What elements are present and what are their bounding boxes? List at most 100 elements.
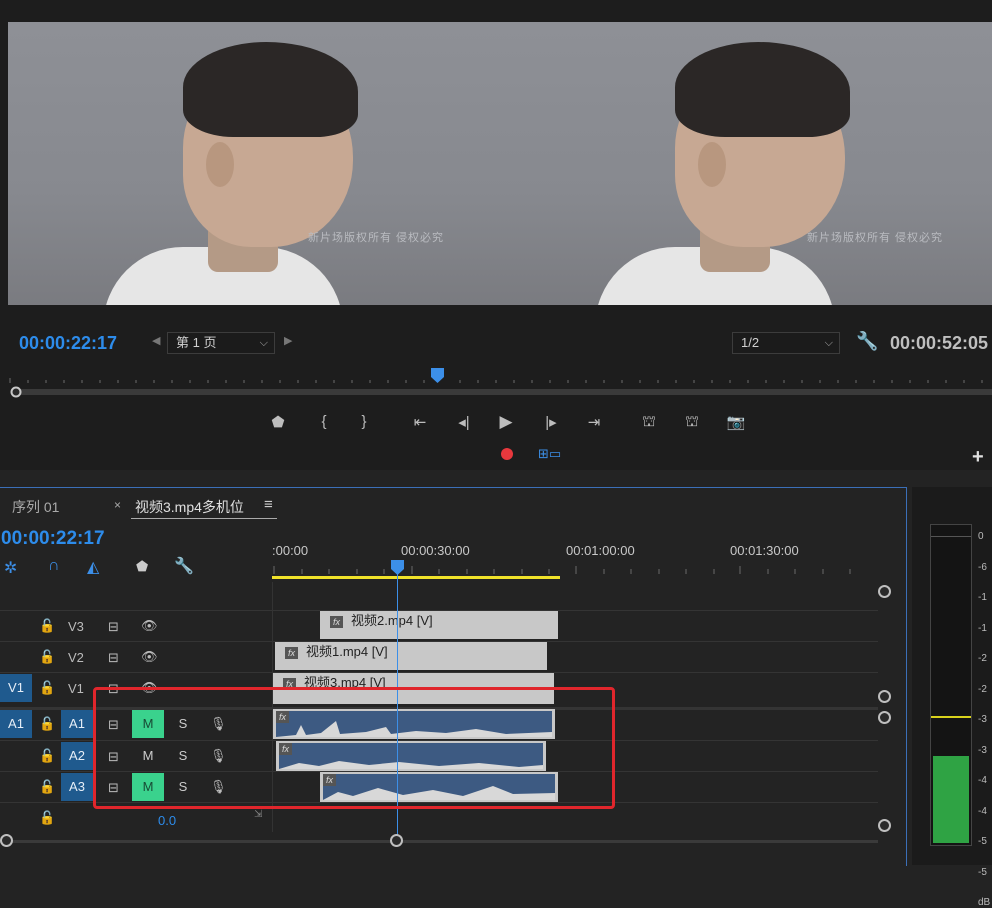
scroll-handle[interactable]	[878, 690, 891, 703]
track-name-v3: V3	[68, 619, 84, 634]
watermark: 新片场版权所有 侵权必究	[308, 232, 445, 244]
camera-icon[interactable]: 📷	[725, 413, 747, 431]
horizontal-scrollbar[interactable]	[0, 840, 878, 843]
duration-timecode: 00:00:52:05	[890, 333, 989, 353]
meter-scale-label: dB	[978, 897, 991, 908]
clip-v2[interactable]: fx 视频1.mp4 [V]	[275, 642, 547, 670]
add-marker-icon[interactable]: ⬟	[136, 558, 148, 575]
highlight-box	[93, 687, 615, 809]
go-to-in-icon[interactable]: ⇤	[409, 413, 431, 431]
sync-lock-icon[interactable]: ⊟	[108, 619, 119, 635]
resize-handle-icon[interactable]: ⇲	[254, 809, 262, 820]
peak-line	[931, 716, 971, 718]
wrench-icon[interactable]: 🔧	[856, 331, 878, 352]
clip-v3[interactable]: fx 视频2.mp4 [V]	[320, 611, 558, 639]
meter-scale-label: -1	[978, 592, 987, 603]
timeline-settings-wrench-icon[interactable]: 🔧	[174, 556, 194, 576]
clip-label: 视频1.mp4 [V]	[306, 644, 388, 659]
track-name-a3[interactable]: A3	[61, 773, 93, 801]
chevron-down-icon: ⌵	[259, 337, 268, 349]
ruler-label-30s: 00:00:30:00	[401, 543, 470, 558]
lock-icon[interactable]: 🔓	[39, 810, 55, 826]
extract-icon[interactable]: ⛫	[679, 413, 705, 432]
meter-scale-label: -4	[978, 775, 987, 786]
playhead-timecode[interactable]: 00:00:22:17	[19, 333, 117, 354]
page-next-icon[interactable]: ▶	[284, 334, 292, 347]
video-angle-left: 新片场版权所有 侵权必究	[8, 22, 500, 305]
meter-level	[933, 756, 969, 843]
lock-icon[interactable]: 🔓	[39, 680, 55, 696]
add-button-icon[interactable]: +	[972, 446, 984, 469]
lock-icon[interactable]: 🔓	[39, 748, 55, 764]
lock-icon[interactable]: 🔓	[39, 649, 55, 665]
scroll-handle[interactable]	[878, 819, 891, 832]
lock-icon[interactable]: 🔓	[39, 716, 55, 732]
meter-scale-label: -3	[978, 714, 987, 725]
step-forward-icon[interactable]: |▸	[540, 413, 562, 431]
meter-scale-label: 0	[978, 531, 984, 542]
linked-selection-icon[interactable]: ◭	[87, 557, 99, 577]
meter-scale-label: -6	[978, 561, 987, 573]
watermark: 新片场版权所有 侵权必究	[807, 232, 944, 244]
tab-multicam[interactable]: 视频3.mp4多机位	[135, 497, 244, 517]
eye-icon[interactable]: 👁	[141, 649, 158, 665]
track-name-v2: V2	[68, 650, 84, 665]
clip-label: 视频2.mp4 [V]	[351, 613, 433, 628]
add-marker-icon[interactable]: ⬟	[267, 413, 289, 431]
timeline-timecode[interactable]: 00:00:22:17	[1, 528, 105, 550]
meter-scale-label: -1	[978, 622, 987, 634]
ruler-label-1m: 00:01:00:00	[566, 543, 635, 558]
sync-lock-icon[interactable]: ⊟	[108, 650, 119, 666]
active-tab-underline	[131, 518, 277, 519]
audio-meter: 0 -6 -1 -1 -2 -2 -3 -3 -4 -4 -5 -5 dB	[912, 487, 992, 908]
snap-magnet-icon[interactable]: ∩	[48, 557, 60, 575]
fx-badge-icon: fx	[330, 615, 343, 628]
page-prev-icon[interactable]: ◀	[152, 334, 160, 347]
page-select-value: 第 1 页	[176, 335, 217, 350]
mark-in-icon[interactable]: {	[313, 413, 335, 430]
nest-toggle-icon[interactable]: ✲	[4, 558, 17, 578]
resolution-select[interactable]: 1/2 ⌵	[732, 332, 840, 354]
video-preview: 新片场版权所有 侵权必究 新片场版权所有 侵权必究	[8, 22, 992, 305]
track-name-v1: V1	[68, 681, 84, 696]
scroll-handle[interactable]	[0, 834, 13, 847]
meter-scale-label: -5	[978, 866, 987, 878]
track-name-a2[interactable]: A2	[61, 742, 93, 770]
track-name-a1[interactable]: A1	[61, 710, 93, 738]
scroll-handle[interactable]	[878, 711, 891, 724]
chevron-down-icon: ⌵	[824, 337, 833, 349]
timeline-panel: 序列 01 × 视频3.mp4多机位 ≡ 00:00:22:17 ✲ ∩ ◭ ⬟…	[0, 487, 907, 866]
video-angle-right: 新片场版权所有 侵权必究	[500, 22, 992, 305]
lift-icon[interactable]: ⛫	[636, 413, 662, 432]
multicam-view-icon[interactable]: ⊞▭	[538, 446, 561, 462]
source-patch-a1[interactable]: A1	[0, 710, 32, 738]
meter-scale-label: -2	[978, 653, 987, 664]
page-select[interactable]: 第 1 页 ⌵	[167, 332, 275, 354]
mark-out-icon[interactable]: }	[353, 413, 375, 430]
program-monitor: 新片场版权所有 侵权必究 新片场版权所有 侵权必究 00:00:22:17 ◀ …	[0, 0, 992, 470]
timeline-ruler[interactable]	[272, 558, 906, 582]
go-to-out-icon[interactable]: ⇥	[583, 413, 605, 431]
meter-scale-label: -2	[978, 683, 987, 695]
lock-icon[interactable]: 🔓	[39, 779, 55, 795]
step-back-icon[interactable]: ◂|	[453, 413, 475, 431]
scroll-handle[interactable]	[390, 834, 403, 847]
lock-icon[interactable]: 🔓	[39, 618, 55, 634]
fx-badge-icon: fx	[285, 646, 298, 659]
meter-scale-label: -3	[978, 744, 987, 756]
source-patch-v1[interactable]: V1	[0, 674, 32, 702]
tab-close-icon[interactable]: ×	[114, 498, 121, 512]
play-icon[interactable]: ▶	[495, 412, 517, 432]
resolution-value: 1/2	[741, 335, 760, 350]
meter-scale-label: -4	[978, 805, 987, 817]
master-volume[interactable]: 0.0	[158, 813, 176, 828]
meter-track	[930, 524, 972, 846]
ruler-label-start: :00:00	[272, 543, 309, 558]
scroll-handle[interactable]	[878, 585, 891, 598]
record-icon[interactable]	[501, 448, 513, 460]
eye-icon[interactable]: 👁	[141, 618, 158, 634]
monitor-time-ruler[interactable]	[0, 366, 992, 398]
ruler-label-1m30s: 00:01:30:00	[730, 543, 799, 558]
tab-sequence-01[interactable]: 序列 01	[12, 497, 59, 517]
panel-menu-icon[interactable]: ≡	[264, 496, 273, 513]
